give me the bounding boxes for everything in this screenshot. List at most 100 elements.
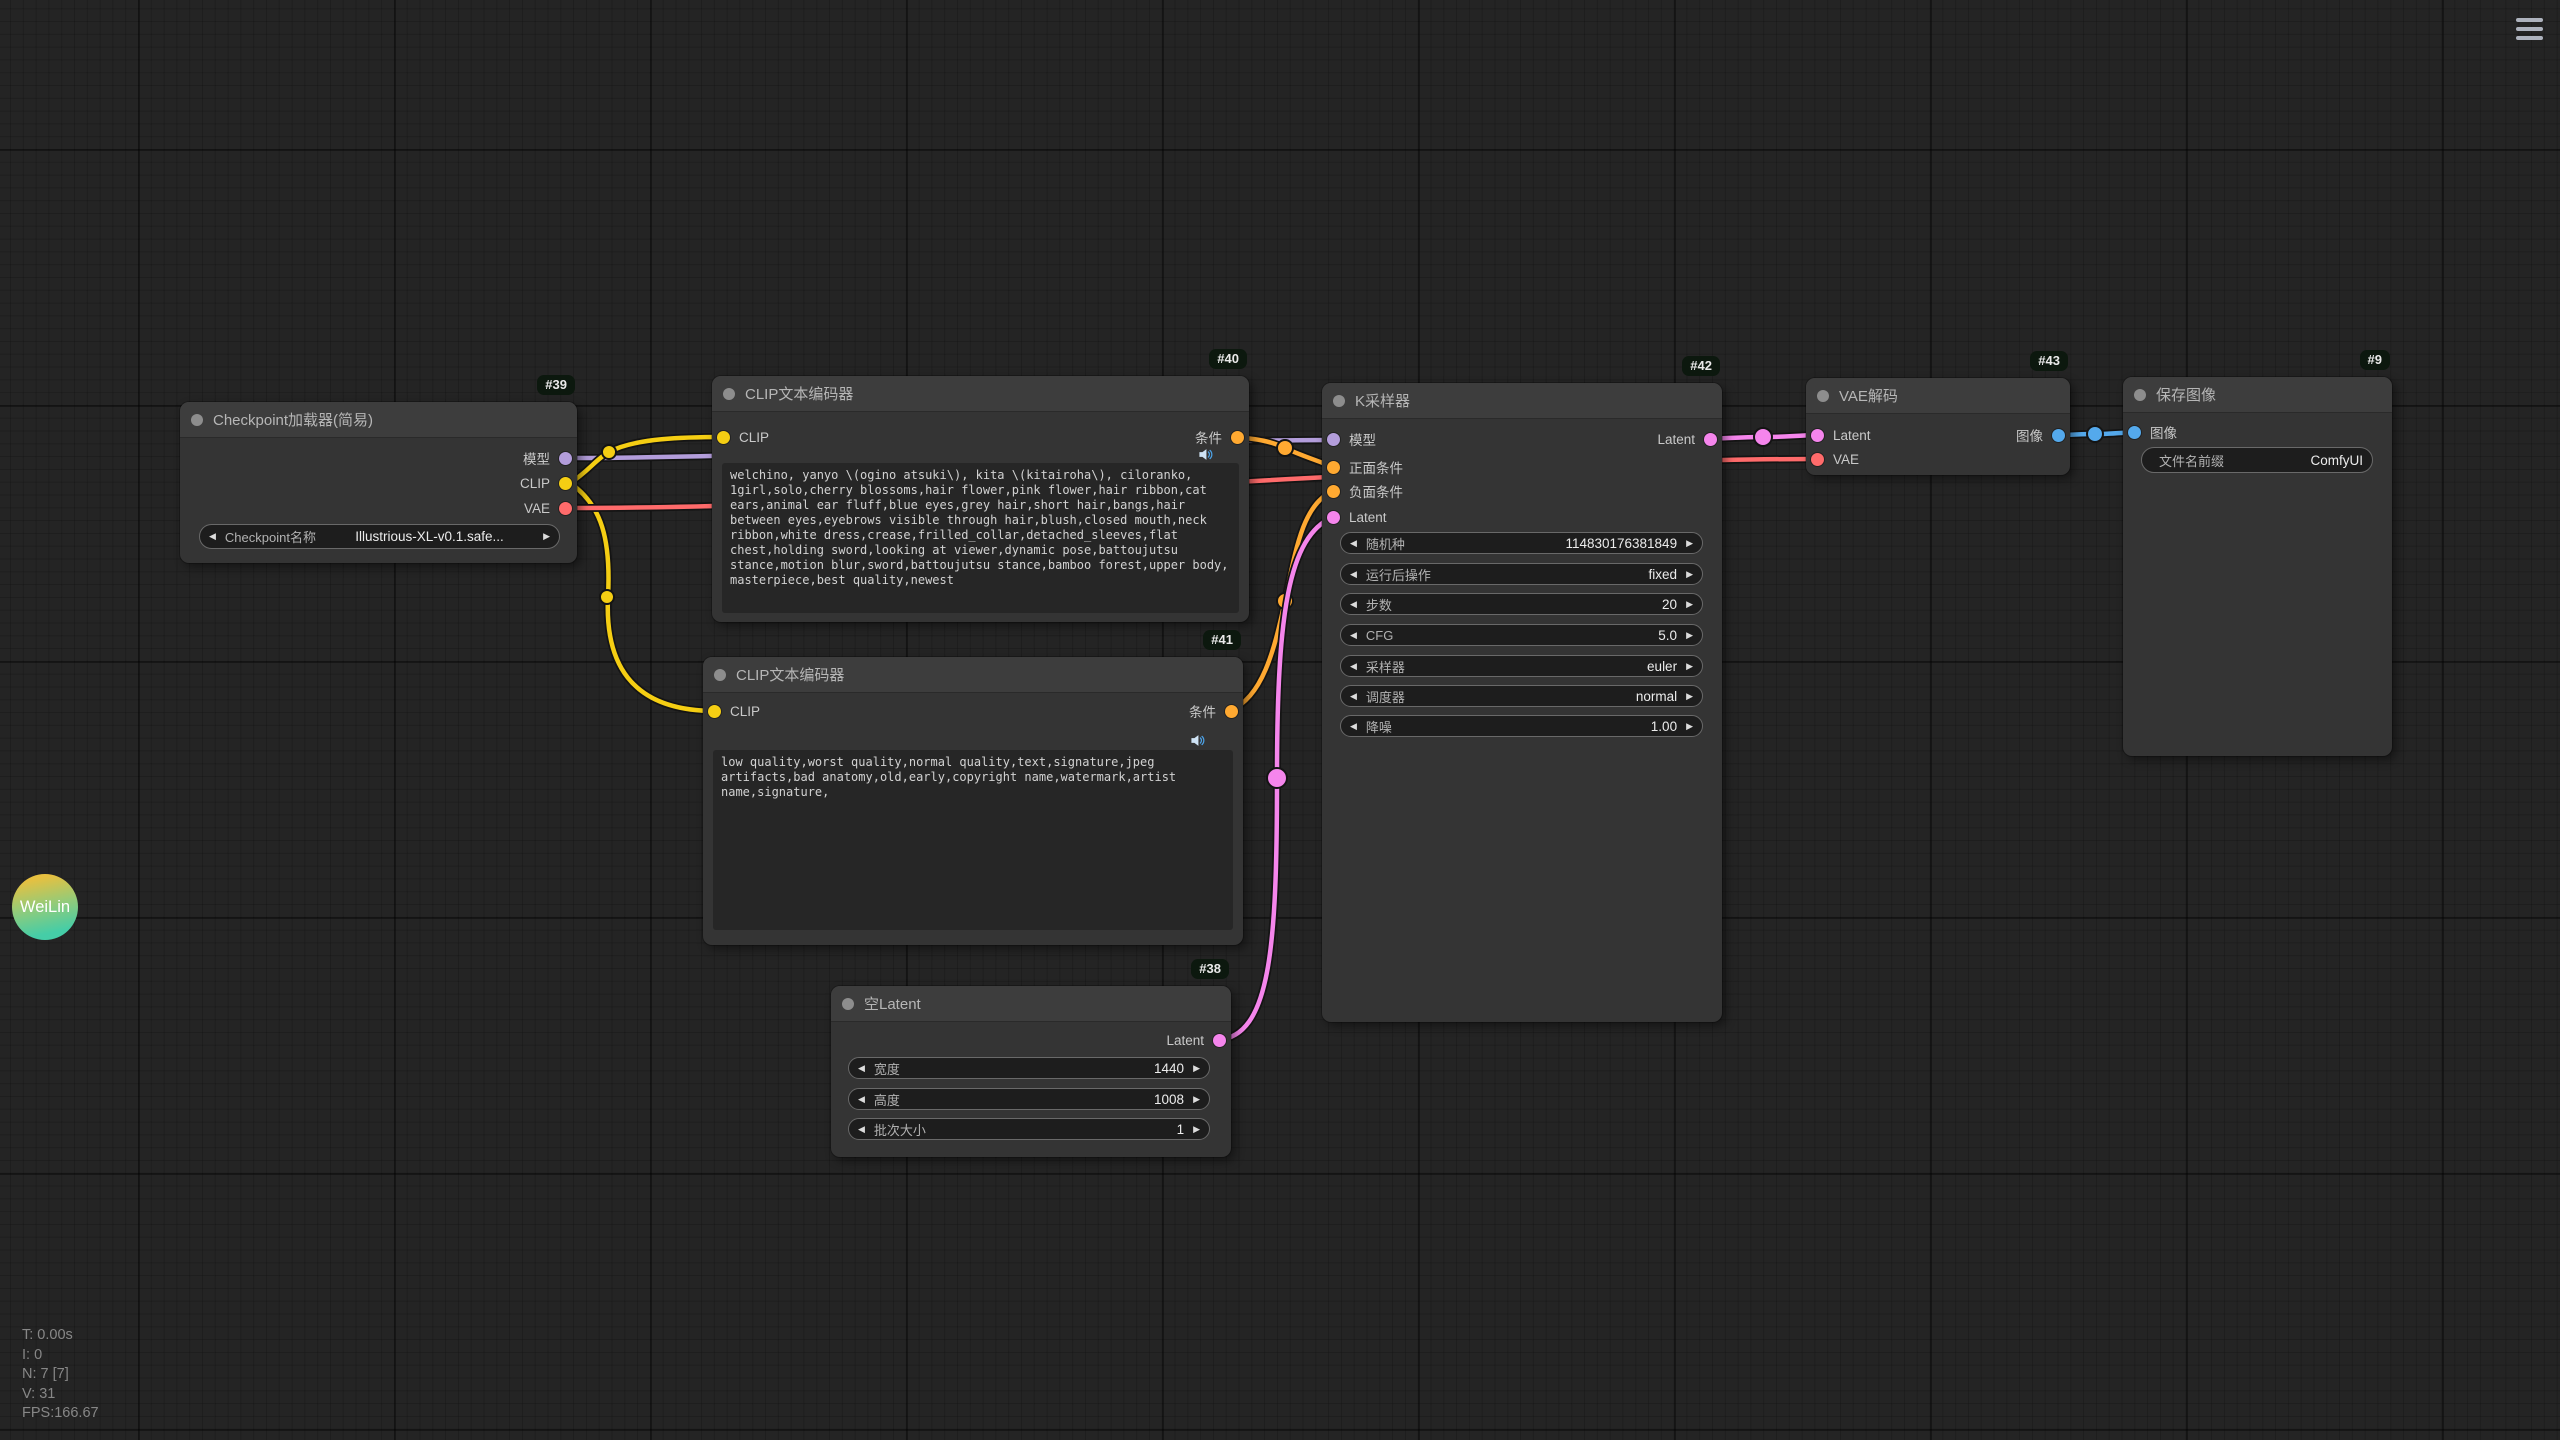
widget-prev-icon[interactable]: ◀ — [1350, 722, 1357, 731]
input-port-latent[interactable] — [1811, 429, 1824, 442]
node-checkpoint-loader[interactable]: #39 Checkpoint加载器(简易) 模型 CLIP VAE ◀ Chec… — [180, 402, 577, 563]
output-port-latent[interactable] — [1213, 1034, 1226, 1047]
widget-next-icon[interactable]: ▶ — [1686, 600, 1693, 609]
output-port-image[interactable] — [2052, 429, 2065, 442]
node-clip-text-encode-negative[interactable]: #41 CLIP文本编码器 CLIP 条件 low quality,worst … — [703, 657, 1243, 945]
speaker-icon[interactable] — [1190, 733, 1205, 748]
output-port-vae[interactable] — [559, 502, 572, 515]
node-ksampler[interactable]: #42 K采样器 模型 Latent 正面条件 负面条件 Latent — [1322, 383, 1722, 1022]
widget-next-icon[interactable]: ▶ — [543, 532, 550, 541]
menu-icon[interactable] — [2516, 18, 2543, 45]
link-latent-in-reroute-dot[interactable] — [1267, 768, 1287, 788]
widget-prev-icon[interactable]: ◀ — [858, 1064, 865, 1073]
widget-next-icon[interactable]: ▶ — [1193, 1064, 1200, 1073]
link-cond-negative-reroute-dot[interactable] — [1277, 593, 1293, 609]
link-cond-positive-outline — [1237, 437, 1333, 467]
port-label: 条件 — [1189, 701, 1216, 721]
node-clip-text-encode-positive[interactable]: #40 CLIP文本编码器 CLIP 条件 welchino, yanyo \(… — [712, 376, 1249, 622]
port-row: Latent 图像 — [1806, 424, 2070, 446]
output-port-conditioning[interactable] — [1225, 705, 1238, 718]
widget-next-icon[interactable]: ▶ — [1686, 692, 1693, 701]
perf-stats: T: 0.00s I: 0 N: 7 [7] V: 31 FPS:166.67 — [22, 1326, 99, 1424]
node-vae-decode[interactable]: #43 VAE解码 Latent 图像 VAE — [1806, 378, 2070, 475]
node-title: Checkpoint加载器(简易) — [213, 409, 373, 430]
control-after-generate-widget[interactable]: ◀ 运行后操作 fixed ▶ — [1340, 563, 1703, 585]
widget-prev-icon[interactable]: ◀ — [1350, 539, 1357, 548]
widget-prev-icon[interactable]: ◀ — [1350, 570, 1357, 579]
node-empty-latent[interactable]: #38 空Latent Latent ◀ 宽度 1440 ▶ ◀ 高度 1008… — [831, 986, 1231, 1157]
widget-next-icon[interactable]: ▶ — [1193, 1095, 1200, 1104]
node-title-bar[interactable]: 保存图像 — [2123, 377, 2392, 413]
widget-value: 5.0 — [1402, 628, 1677, 643]
widget-next-icon[interactable]: ▶ — [1686, 570, 1693, 579]
widget-prev-icon[interactable]: ◀ — [858, 1125, 865, 1134]
seed-widget[interactable]: ◀ 随机种 114830176381849 ▶ — [1340, 532, 1703, 554]
height-widget[interactable]: ◀ 高度 1008 ▶ — [848, 1088, 1210, 1110]
port-label: CLIP — [730, 704, 760, 719]
link-cond-positive-reroute-dot[interactable] — [1277, 440, 1293, 456]
widget-prev-icon[interactable]: ◀ — [1350, 662, 1357, 671]
collapse-dot[interactable] — [2134, 389, 2146, 401]
weilin-plugin-badge[interactable]: WeiLin — [12, 874, 78, 940]
batch-size-widget[interactable]: ◀ 批次大小 1 ▶ — [848, 1118, 1210, 1140]
widget-value: Illustrious-XL-v0.1.safe... — [325, 529, 534, 544]
input-port-positive-conditioning[interactable] — [1327, 461, 1340, 474]
input-port-clip[interactable] — [717, 431, 730, 444]
link-clip-negative-reroute-dot[interactable] — [600, 590, 614, 604]
widget-next-icon[interactable]: ▶ — [1686, 722, 1693, 731]
link-latent-out-reroute-dot[interactable] — [1754, 428, 1772, 446]
collapse-dot[interactable] — [842, 998, 854, 1010]
node-title-bar[interactable]: VAE解码 — [1806, 378, 2070, 414]
collapse-dot[interactable] — [714, 669, 726, 681]
widget-prev-icon[interactable]: ◀ — [1350, 631, 1357, 640]
checkpoint-name-widget[interactable]: ◀ Checkpoint名称 Illustrious-XL-v0.1.safe.… — [199, 524, 560, 549]
prompt-textarea[interactable]: welchino, yanyo \(ogino atsuki\), kita \… — [722, 463, 1239, 613]
widget-next-icon[interactable]: ▶ — [1686, 662, 1693, 671]
input-port-model[interactable] — [1327, 433, 1340, 446]
port-label: 模型 — [1349, 429, 1376, 449]
input-port-latent[interactable] — [1327, 511, 1340, 524]
widget-next-icon[interactable]: ▶ — [1193, 1125, 1200, 1134]
widget-prev-icon[interactable]: ◀ — [1350, 600, 1357, 609]
scheduler-widget[interactable]: ◀ 调度器 normal ▶ — [1340, 685, 1703, 707]
width-widget[interactable]: ◀ 宽度 1440 ▶ — [848, 1057, 1210, 1079]
link-clip-positive[interactable] — [570, 437, 724, 483]
link-latent-out[interactable] — [1710, 435, 1813, 439]
input-port-vae[interactable] — [1811, 453, 1824, 466]
widget-next-icon[interactable]: ▶ — [1686, 539, 1693, 548]
filename-prefix-widget[interactable]: 文件名前缀 ComfyUI — [2141, 447, 2373, 473]
output-port-model[interactable] — [559, 452, 572, 465]
speaker-icon[interactable] — [1198, 447, 1213, 462]
collapse-dot[interactable] — [191, 414, 203, 426]
widget-prev-icon[interactable]: ◀ — [858, 1095, 865, 1104]
cfg-widget[interactable]: ◀ CFG 5.0 ▶ — [1340, 624, 1703, 646]
input-port-clip[interactable] — [708, 705, 721, 718]
widget-next-icon[interactable]: ▶ — [1686, 631, 1693, 640]
widget-prev-icon[interactable]: ◀ — [209, 532, 216, 541]
input-port-negative-conditioning[interactable] — [1327, 485, 1340, 498]
link-clip-positive-reroute-dot[interactable] — [602, 445, 616, 459]
prompt-textarea[interactable]: low quality,worst quality,normal quality… — [713, 750, 1233, 930]
widget-prev-icon[interactable]: ◀ — [1350, 692, 1357, 701]
output-port-clip[interactable] — [559, 477, 572, 490]
node-title-bar[interactable]: CLIP文本编码器 — [703, 657, 1243, 693]
denoise-widget[interactable]: ◀ 降噪 1.00 ▶ — [1340, 715, 1703, 737]
output-port-latent[interactable] — [1704, 433, 1717, 446]
link-image-reroute-dot[interactable] — [2087, 426, 2103, 442]
node-save-image[interactable]: #9 保存图像 图像 文件名前缀 ComfyUI — [2123, 377, 2392, 756]
collapse-dot[interactable] — [723, 388, 735, 400]
node-title-bar[interactable]: Checkpoint加载器(简易) — [180, 402, 577, 438]
graph-canvas[interactable]: #39 Checkpoint加载器(简易) 模型 CLIP VAE ◀ Chec… — [0, 0, 2560, 1440]
collapse-dot[interactable] — [1817, 390, 1829, 402]
node-title-bar[interactable]: 空Latent — [831, 986, 1231, 1022]
input-port-image[interactable] — [2128, 426, 2141, 439]
sampler-widget[interactable]: ◀ 采样器 euler ▶ — [1340, 655, 1703, 677]
link-clip-negative[interactable] — [570, 483, 715, 711]
steps-widget[interactable]: ◀ 步数 20 ▶ — [1340, 593, 1703, 615]
node-title-bar[interactable]: K采样器 — [1322, 383, 1722, 419]
link-cond-positive[interactable] — [1237, 437, 1333, 467]
node-title-bar[interactable]: CLIP文本编码器 — [712, 376, 1249, 412]
output-port-conditioning[interactable] — [1231, 431, 1244, 444]
collapse-dot[interactable] — [1333, 395, 1345, 407]
widget-label: 高度 — [874, 1090, 900, 1109]
